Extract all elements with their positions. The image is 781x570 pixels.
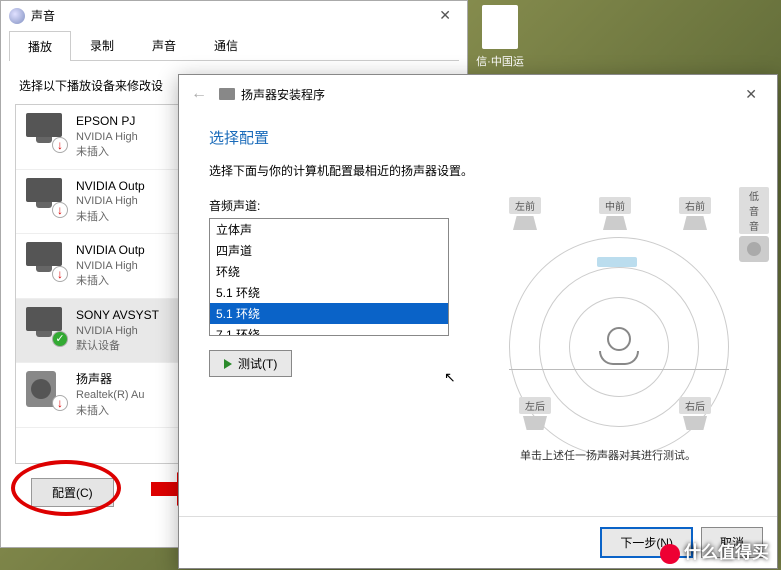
speaker-cone-icon bbox=[683, 216, 707, 230]
speaker-rear-right[interactable]: 右后 bbox=[679, 397, 711, 430]
wizard-heading: 选择配置 bbox=[179, 113, 777, 156]
channel-option-selected[interactable]: 5.1 环绕 bbox=[210, 303, 448, 324]
speaker-cone-icon bbox=[523, 416, 547, 430]
speaker-cone-icon bbox=[513, 216, 537, 230]
speaker-front-left[interactable]: 左前 bbox=[509, 197, 541, 230]
status-unplugged-icon: ↓ bbox=[52, 395, 68, 411]
monitor-icon bbox=[26, 242, 62, 266]
channel-listbox-label: 音频声道: bbox=[209, 197, 449, 214]
speaker-cone-icon bbox=[683, 416, 707, 430]
channel-listbox[interactable]: 立体声 四声道 环绕 5.1 环绕 5.1 环绕 7.1 环绕 Dolby At… bbox=[209, 218, 449, 336]
close-icon[interactable]: ✕ bbox=[431, 7, 459, 24]
tab-bar: 播放 录制 声音 通信 bbox=[9, 30, 459, 61]
speaker-rear-left[interactable]: 左后 bbox=[519, 397, 551, 430]
speaker-screen bbox=[597, 257, 637, 267]
speaker-front-center[interactable]: 中前 bbox=[599, 197, 631, 230]
monitor-icon bbox=[26, 113, 62, 137]
status-unplugged-icon: ↓ bbox=[52, 202, 68, 218]
play-icon bbox=[224, 359, 232, 369]
wizard-breadcrumb: 扬声器安装程序 bbox=[241, 86, 325, 103]
speaker-layout-diagram: 左前 中前 右前 低音音 左后 右后 单击上述任一扬声器对其进行测试。 bbox=[469, 197, 747, 457]
screen-icon bbox=[597, 257, 637, 267]
cancel-button[interactable]: 取消 bbox=[701, 527, 763, 558]
wizard-footer: 下一步(N) 取消 bbox=[179, 516, 777, 568]
channel-option[interactable]: 7.1 环绕 bbox=[210, 324, 448, 336]
close-icon[interactable]: ✕ bbox=[737, 86, 765, 103]
floor-line bbox=[509, 369, 729, 370]
status-default-icon: ✓ bbox=[52, 331, 68, 347]
channel-option[interactable]: 立体声 bbox=[210, 219, 448, 240]
folder-icon bbox=[219, 88, 235, 100]
wizard-header: ← 扬声器安装程序 ✕ bbox=[179, 75, 777, 113]
speaker-front-right[interactable]: 右前 bbox=[679, 197, 711, 230]
app-icon bbox=[9, 8, 25, 24]
status-unplugged-icon: ↓ bbox=[52, 137, 68, 153]
wizard-subtitle: 选择下面与你的计算机配置最相近的扬声器设置。 bbox=[179, 156, 777, 197]
diagram-hint: 单击上述任一扬声器对其进行测试。 bbox=[469, 437, 747, 463]
window-title: 声音 bbox=[31, 7, 55, 24]
tab-communications[interactable]: 通信 bbox=[195, 30, 257, 60]
channel-option[interactable]: 5.1 环绕 bbox=[210, 282, 448, 303]
tab-recording[interactable]: 录制 bbox=[71, 30, 133, 60]
channel-option[interactable]: 四声道 bbox=[210, 240, 448, 261]
back-arrow-icon[interactable]: ← bbox=[191, 85, 207, 103]
tab-playback[interactable]: 播放 bbox=[9, 31, 71, 61]
desktop-file-icon[interactable]: 信·中国运 bbox=[475, 5, 525, 69]
subwoofer-icon bbox=[739, 236, 769, 262]
monitor-icon bbox=[26, 307, 62, 331]
window-titlebar: 声音 ✕ bbox=[1, 1, 467, 30]
test-button-label: 测试(T) bbox=[238, 355, 277, 372]
test-button[interactable]: 测试(T) bbox=[209, 350, 292, 377]
document-icon bbox=[482, 5, 518, 49]
tab-sounds[interactable]: 声音 bbox=[133, 30, 195, 60]
listener-icon bbox=[599, 327, 639, 367]
desktop-icon-label: 信·中国运 bbox=[475, 53, 525, 69]
speaker-cone-icon bbox=[603, 216, 627, 230]
monitor-icon bbox=[26, 178, 62, 202]
channel-option[interactable]: 环绕 bbox=[210, 261, 448, 282]
next-button[interactable]: 下一步(N) bbox=[600, 527, 693, 558]
status-unplugged-icon: ↓ bbox=[52, 266, 68, 282]
speaker-subwoofer[interactable]: 低音音 bbox=[739, 187, 769, 262]
configure-button[interactable]: 配置(C) bbox=[31, 478, 114, 507]
speaker-setup-wizard: ← 扬声器安装程序 ✕ 选择配置 选择下面与你的计算机配置最相近的扬声器设置。 … bbox=[178, 74, 778, 569]
